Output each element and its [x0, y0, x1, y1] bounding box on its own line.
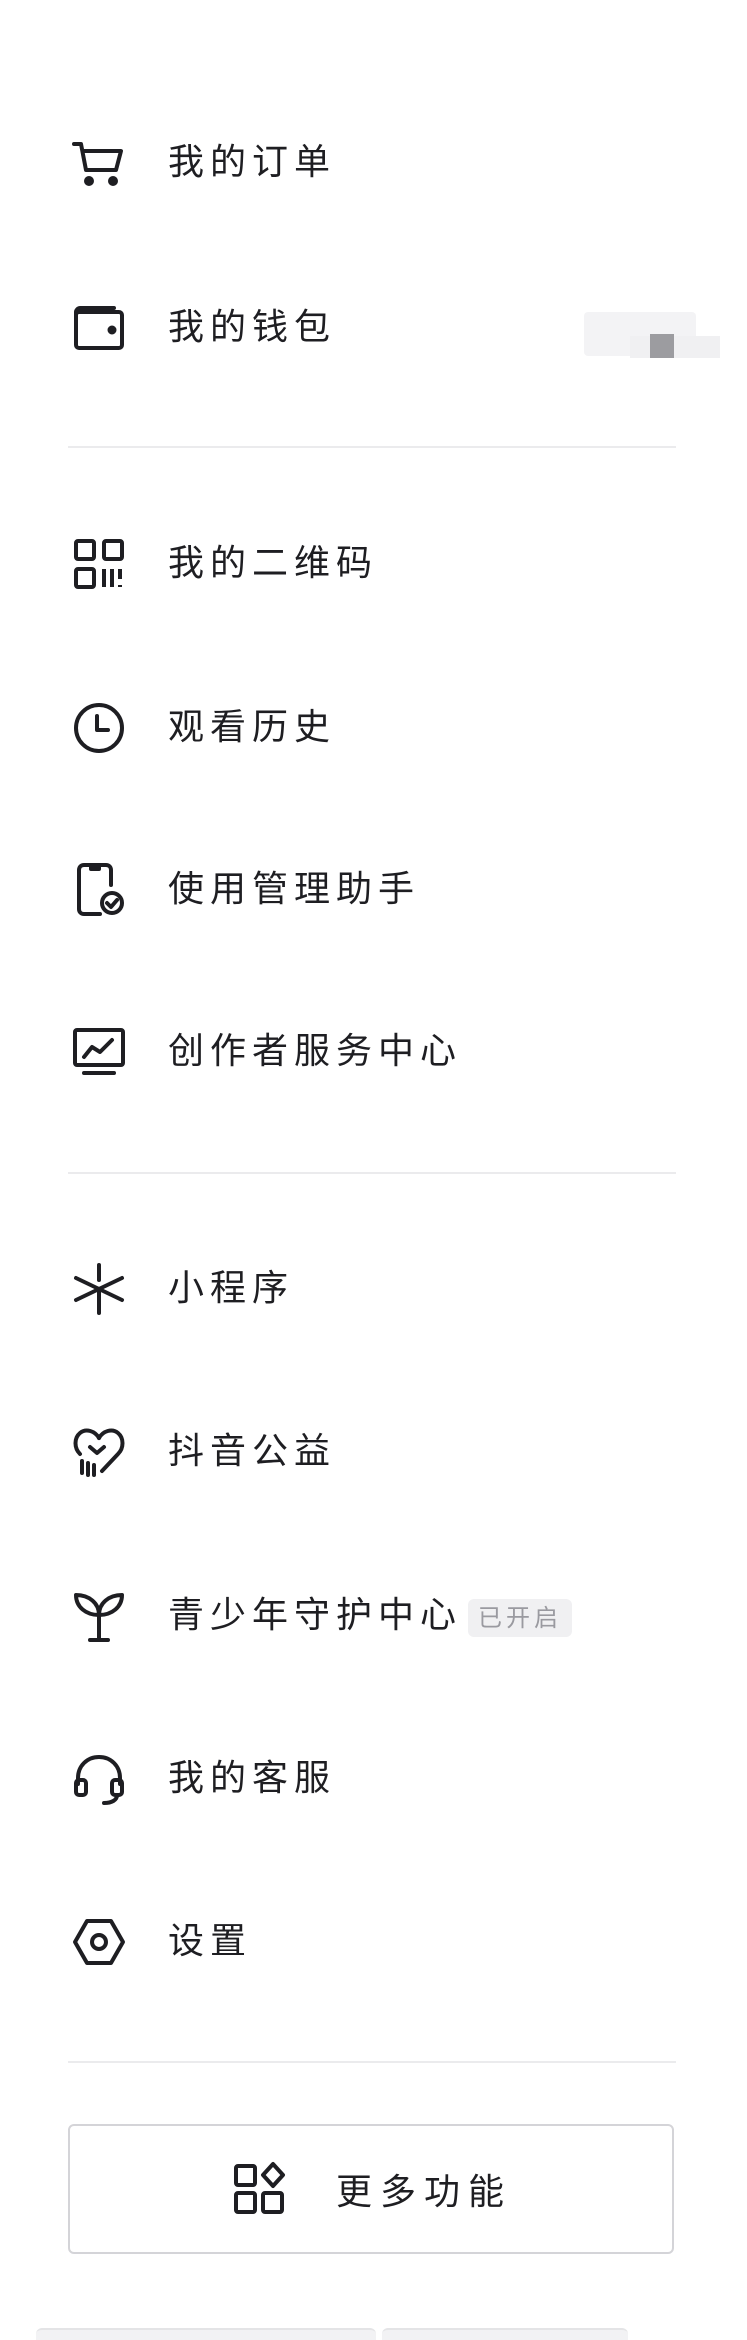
menu-label: 青少年守护中心 已开启 [168, 1594, 573, 1637]
more-features-label: 更多功能 [335, 2172, 512, 2213]
blurred-balance [650, 334, 674, 358]
menu-label: 我的订单 [168, 142, 337, 183]
menu-label: 观看历史 [168, 707, 337, 748]
bottom-tab-edge [382, 2328, 628, 2340]
qr-code-icon [70, 535, 128, 593]
menu-item-orders[interactable]: 我的订单 [0, 108, 680, 218]
bottom-tab-edge [36, 2328, 376, 2340]
menu-item-charity[interactable]: 抖音公益 [0, 1397, 680, 1507]
heart-hand-icon [70, 1423, 128, 1481]
menu-item-miniprogram[interactable]: 小程序 [0, 1234, 680, 1344]
menu-label: 抖音公益 [168, 1431, 337, 1472]
phone-check-icon [70, 861, 128, 919]
divider [68, 1172, 676, 1174]
grid-shapes-icon [230, 2160, 288, 2218]
asterisk-icon [70, 1260, 128, 1318]
side-menu-panel: 我的订单 我的钱包 我的二维码 观看历史 使用管理助手 创作者服务中心 小程序 … [0, 0, 747, 2340]
menu-item-youth[interactable]: 青少年守护中心 已开启 [0, 1561, 680, 1671]
monitor-chart-icon [70, 1023, 128, 1081]
menu-item-creator[interactable]: 创作者服务中心 [0, 997, 680, 1107]
divider [68, 2061, 676, 2063]
menu-label: 我的钱包 [168, 307, 337, 348]
hexagon-gear-icon [70, 1913, 128, 1971]
status-badge: 已开启 [468, 1598, 573, 1637]
more-features-button[interactable]: 更多功能 [68, 2124, 674, 2254]
menu-item-qrcode[interactable]: 我的二维码 [0, 509, 680, 619]
menu-item-service[interactable]: 我的客服 [0, 1724, 680, 1834]
blurred-balance [630, 336, 720, 358]
wallet-icon [70, 299, 128, 357]
divider [68, 446, 676, 448]
menu-label: 设置 [168, 1921, 253, 1962]
menu-item-usage[interactable]: 使用管理助手 [0, 835, 680, 945]
menu-label: 我的二维码 [168, 543, 379, 584]
menu-item-settings[interactable]: 设置 [0, 1887, 680, 1997]
menu-label: 使用管理助手 [168, 869, 421, 910]
menu-item-history[interactable]: 观看历史 [0, 673, 680, 783]
menu-item-wallet[interactable]: 我的钱包 [0, 273, 680, 383]
menu-label: 创作者服务中心 [168, 1031, 463, 1072]
menu-label: 我的客服 [168, 1758, 337, 1799]
clock-icon [70, 699, 128, 757]
headset-icon [70, 1750, 128, 1808]
youth-label-text: 青少年守护中心 [168, 1594, 463, 1636]
sprout-icon [70, 1587, 128, 1645]
cart-icon [70, 134, 128, 192]
menu-label: 小程序 [168, 1268, 295, 1309]
